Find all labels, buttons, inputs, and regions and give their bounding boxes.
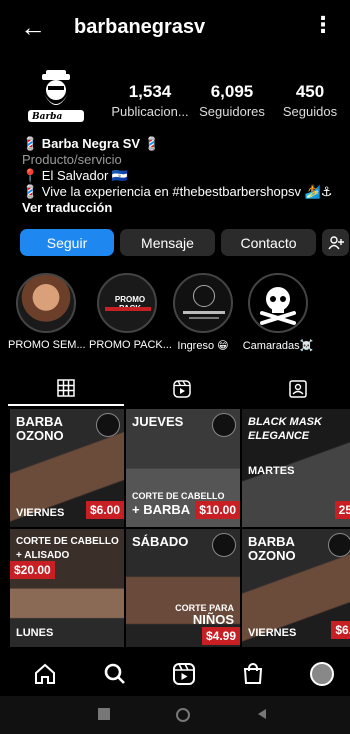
system-nav-bar: [0, 696, 350, 734]
stat-posts-value: 1,534: [128, 82, 172, 101]
stat-posts-label: Publicacion...: [111, 104, 189, 119]
reels-icon: [173, 380, 191, 398]
post-day: LUNES: [16, 627, 54, 639]
stat-followers[interactable]: 6,095 Seguidores: [192, 82, 272, 119]
search-icon[interactable]: [103, 662, 127, 686]
post-tile[interactable]: JUEVES CORTE DE CABELLO + BARBA $10.00: [126, 409, 240, 527]
post-title: BLACK MASK ELEGANCE: [248, 416, 322, 442]
profile-tabs: [0, 372, 350, 406]
post-tile[interactable]: BARBA OZONO VIERNES $6.: [242, 529, 350, 647]
highlight-promo-sem[interactable]: PROMO SEM...: [8, 273, 86, 351]
profile-avatar[interactable]: Barba Negra: [22, 68, 90, 136]
post-tile[interactable]: CORTE DE CABELLO + ALISADO $20.00 LUNES: [10, 529, 124, 647]
post-day: VIERNES: [248, 627, 297, 639]
post-price: $10.00: [195, 501, 240, 519]
highlight-cover: [248, 273, 308, 333]
post-title: SÁBADO: [132, 534, 189, 549]
message-button[interactable]: Mensaje: [120, 229, 215, 256]
skull-crossbones-icon: [260, 287, 296, 325]
home-circle-icon[interactable]: [176, 708, 190, 722]
top-bar: ← barbanegrasv ⋮: [0, 0, 350, 56]
stat-following-label: Seguidos: [282, 104, 338, 119]
post-tile[interactable]: BARBA OZONO VIERNES $6.00: [10, 409, 124, 527]
highlight-cover: PROMO PACK: [97, 273, 157, 333]
post-title: BARBA OZONO: [248, 534, 296, 563]
post-price: $6.: [331, 621, 350, 639]
post-subtitle: CORTE DE CABELLO: [132, 491, 225, 501]
stat-followers-value: 6,095: [210, 82, 254, 101]
profile-avatar-icon[interactable]: [310, 662, 334, 686]
post-price: 25: [334, 501, 350, 519]
see-translation-link[interactable]: Ver traducción: [22, 200, 342, 216]
back-triangle-icon[interactable]: [256, 708, 268, 720]
post-day: MARTES: [248, 465, 295, 477]
highlight-camaradas[interactable]: Camaradas☠️: [240, 273, 316, 352]
contact-button[interactable]: Contacto: [221, 229, 316, 256]
add-person-icon: [327, 235, 344, 249]
post-subtitle-2: + BARBA: [132, 502, 191, 517]
highlight-label: PROMO PACK...: [89, 339, 172, 351]
profile-actions: Seguir Mensaje Contacto: [20, 229, 349, 256]
reels-icon[interactable]: [172, 662, 196, 686]
logo-text: Barba Negra: [32, 112, 63, 132]
posts-grid: BARBA OZONO VIERNES $6.00 JUEVES CORTE D…: [10, 409, 350, 649]
post-price: $6.00: [85, 501, 124, 519]
post-price: $20.00: [10, 561, 55, 579]
highlight-label: PROMO SEM...: [8, 339, 86, 351]
post-tile[interactable]: BLACK MASK ELEGANCE MARTES 25: [242, 409, 350, 527]
kebab-icon[interactable]: ⋮: [312, 14, 334, 36]
highlight-label: Camaradas☠️: [242, 340, 314, 352]
recents-icon[interactable]: [98, 708, 110, 720]
tab-reels[interactable]: [124, 372, 240, 406]
arrow-left-icon[interactable]: ←: [20, 14, 46, 40]
follow-button[interactable]: Seguir: [20, 229, 114, 256]
stat-posts[interactable]: 1,534 Publicacion...: [110, 82, 190, 119]
post-title: BARBA OZONO: [16, 414, 64, 443]
tagged-icon: [289, 380, 307, 398]
post-tile[interactable]: SÁBADO CORTE PARA NIÑOS $4.99: [126, 529, 240, 647]
stat-followers-label: Seguidores: [199, 104, 265, 119]
barber-badge-icon: [212, 413, 236, 437]
shop-icon[interactable]: [241, 662, 265, 686]
profile-username: barbanegrasv: [74, 16, 206, 38]
bottom-nav: [0, 654, 350, 696]
profile-bio: 💈 Barba Negra SV 💈 Producto/servicio 📍 E…: [22, 136, 342, 216]
tab-posts-grid[interactable]: [8, 372, 124, 406]
highlight-promo-pack[interactable]: PROMO PACK PROMO PACK...: [89, 273, 172, 351]
post-title: CORTE DE CABELLO + ALISADO: [16, 536, 119, 561]
profile-name: 💈 Barba Negra SV 💈: [22, 136, 160, 151]
highlight-cover: [173, 273, 233, 333]
barber-badge-icon: [328, 533, 350, 557]
tab-tagged[interactable]: [240, 372, 350, 406]
highlight-ingreso[interactable]: Ingreso 😁: [165, 273, 241, 352]
barber-badge-icon: [96, 413, 120, 437]
post-price: $4.99: [201, 627, 240, 645]
barber-badge-icon: [212, 533, 236, 557]
stat-following[interactable]: 450 Seguidos: [270, 82, 350, 119]
grid-icon: [57, 379, 75, 397]
post-subtitle-2: NIÑOS: [192, 612, 234, 627]
highlight-cover: [16, 273, 76, 333]
profile-tagline: 💈 Vive la experiencia en #thebestbarbers…: [22, 184, 333, 199]
profile-category: Producto/servicio: [22, 152, 122, 167]
post-title: JUEVES: [132, 414, 184, 429]
post-day: VIERNES: [16, 507, 65, 519]
highlight-label: Ingreso 😁: [177, 340, 229, 352]
add-person-button[interactable]: [322, 229, 349, 256]
profile-location: 📍 El Salvador 🇸🇻: [22, 168, 129, 183]
story-highlights: PROMO SEM... PROMO PACK PROMO PACK... In…: [0, 273, 350, 363]
stat-following-value: 450: [295, 82, 325, 101]
home-icon[interactable]: [33, 662, 57, 686]
